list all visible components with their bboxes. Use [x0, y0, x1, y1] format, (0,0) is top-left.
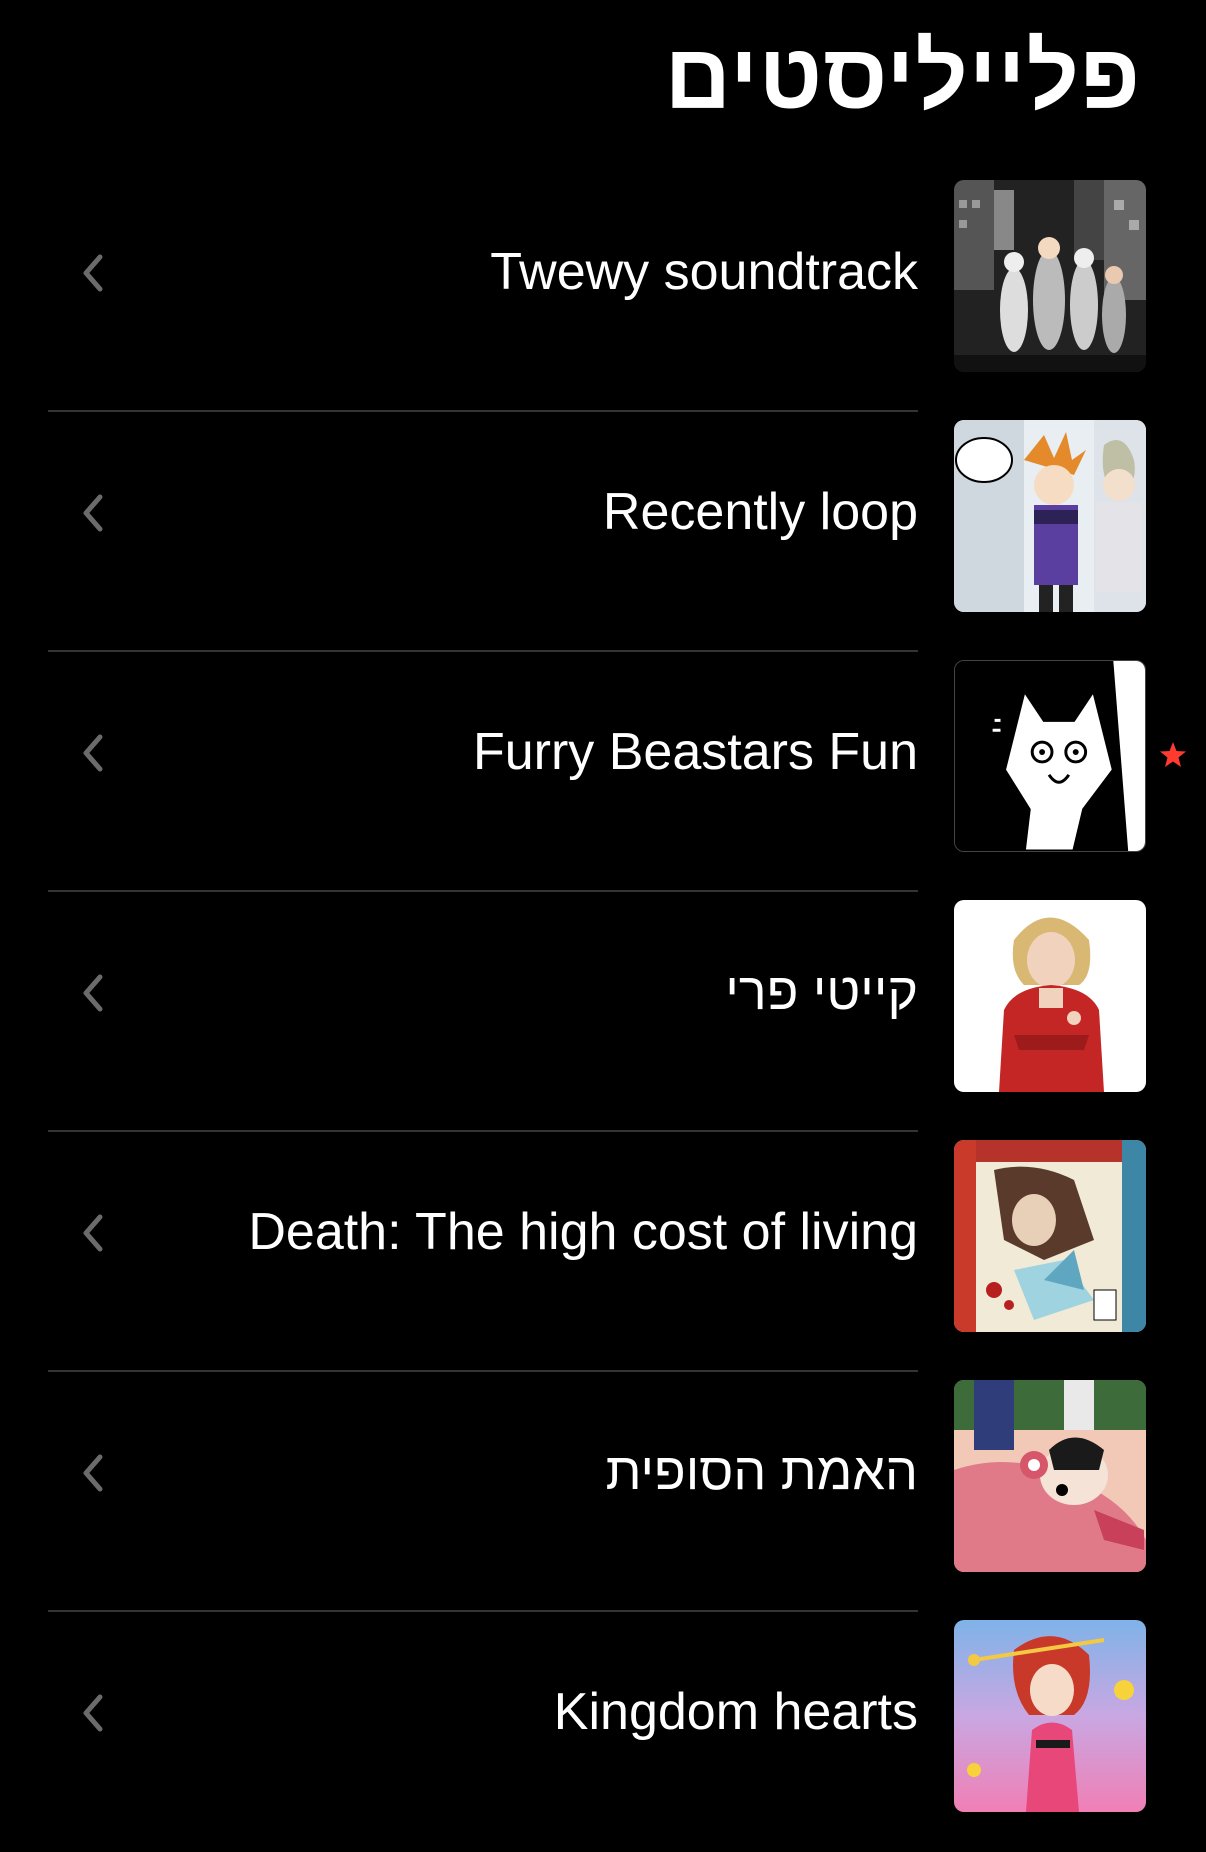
chevron-left-icon — [83, 1454, 103, 1492]
chevron-left-icon — [83, 1214, 103, 1252]
playlist-title: Kingdom hearts — [553, 1683, 918, 1741]
chevron-left-icon — [83, 494, 103, 532]
chevron-left-icon — [83, 734, 103, 772]
chevron-left-icon — [83, 1694, 103, 1732]
playlist-row[interactable]: האמת הסופית — [0, 1372, 1206, 1612]
playlist-title: קייטי פרי — [725, 963, 918, 1021]
star-icon — [1160, 742, 1186, 767]
playlist-title: Twewy soundtrack — [490, 243, 918, 301]
playlist-artwork — [954, 900, 1146, 1092]
playlist-artwork — [954, 660, 1146, 852]
chevron-left-icon — [83, 974, 103, 1012]
playlist-title: האמת הסופית — [605, 1443, 918, 1501]
chevron-left-icon — [83, 254, 103, 292]
playlist-list: Twewy soundtrack Recently loop Furry Bea… — [0, 172, 1206, 1833]
playlist-artwork — [954, 1140, 1146, 1332]
page-title: פלייליסטים — [664, 26, 1141, 128]
playlist-title: Furry Beastars Fun — [472, 723, 918, 781]
playlist-row[interactable]: Twewy soundtrack — [0, 172, 1206, 412]
playlist-artwork — [954, 180, 1146, 372]
playlist-artwork — [954, 1380, 1146, 1572]
playlist-artwork — [954, 1620, 1146, 1812]
playlist-row[interactable]: קייטי פרי — [0, 892, 1206, 1132]
playlist-row[interactable]: Kingdom hearts — [0, 1612, 1206, 1852]
playlist-row[interactable]: Recently loop — [0, 412, 1206, 652]
playlist-row[interactable]: Death: The high cost of living — [0, 1132, 1206, 1372]
playlist-artwork — [954, 420, 1146, 612]
playlist-title: Recently loop — [602, 483, 918, 541]
playlist-title: Death: The high cost of living — [248, 1203, 918, 1261]
playlist-row[interactable]: Furry Beastars Fun — [0, 652, 1206, 892]
